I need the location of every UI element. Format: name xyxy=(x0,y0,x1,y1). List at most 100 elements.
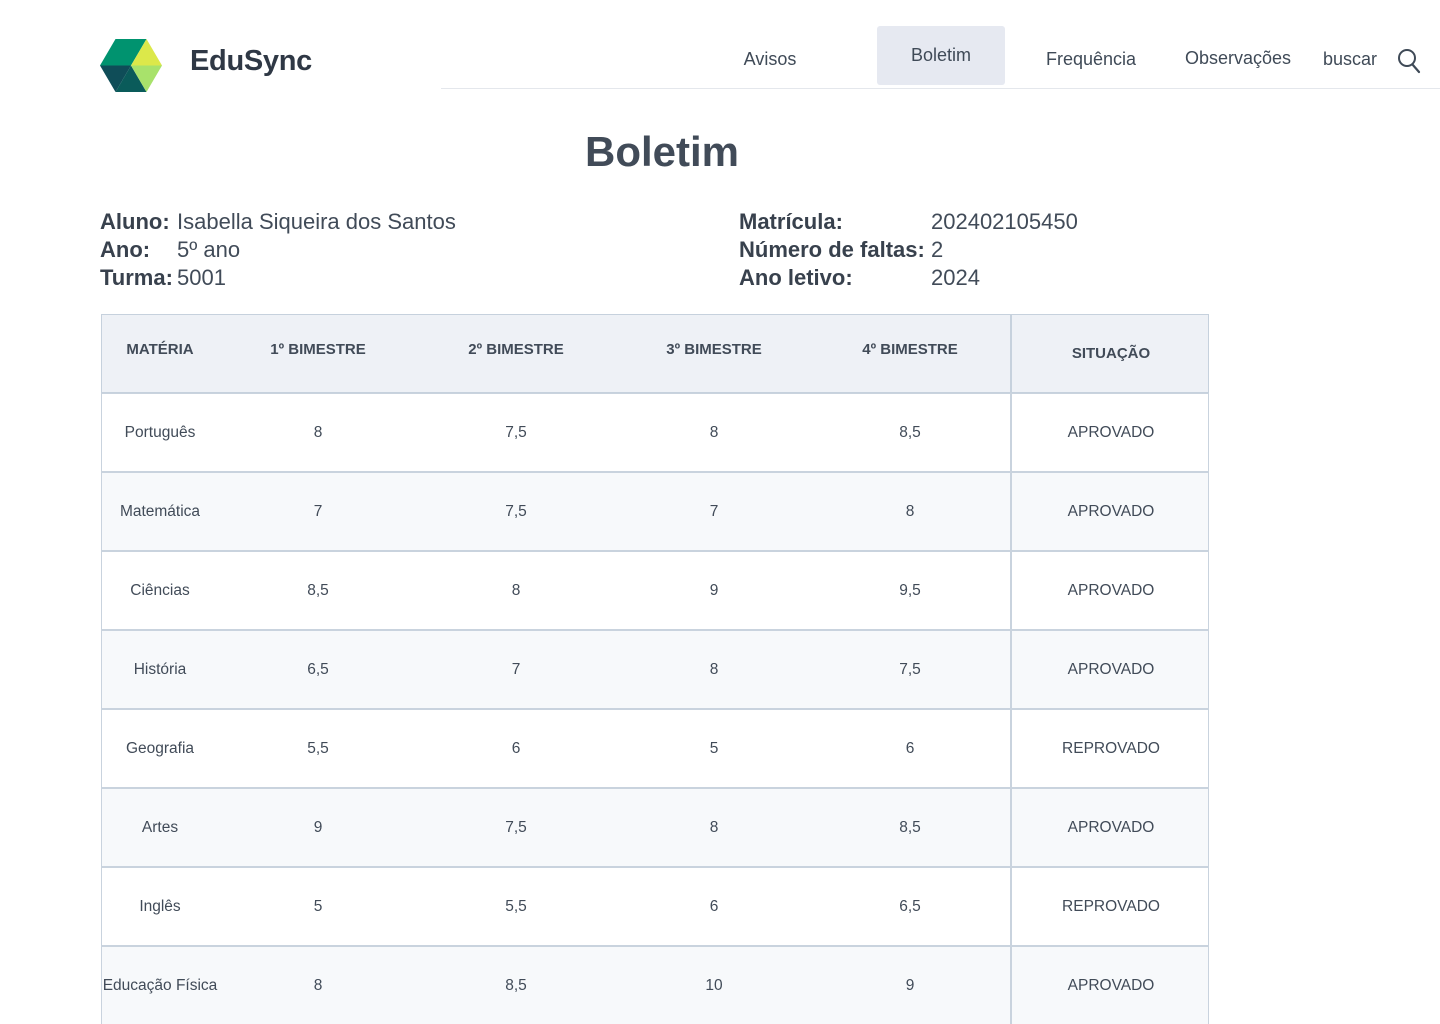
table-row: Português 8 7,5 8 8,5 xyxy=(101,393,1011,472)
status-situacao: APROVADO xyxy=(1067,502,1155,520)
cell-nota-b4: 8 xyxy=(905,502,915,520)
cell-nota-b2: 7 xyxy=(511,660,521,678)
cell-nota-b1: 8 xyxy=(313,423,323,441)
cell-nota-b3: 10 xyxy=(705,976,723,994)
cell-nota-b4: 8,5 xyxy=(899,818,921,836)
header-materia: MATÉRIA xyxy=(126,341,194,358)
cell-materia: História xyxy=(133,660,187,678)
student-info-right: Matrícula: 202402105450 Número de faltas… xyxy=(739,208,1139,298)
nav-observacoes-label: Observações xyxy=(1184,48,1292,68)
cell-nota-b3: 7 xyxy=(709,502,719,520)
cell-nota-b2: 5,5 xyxy=(505,897,527,915)
nav-boletim[interactable]: Boletim xyxy=(877,26,1005,85)
value-faltas: 2 xyxy=(931,237,944,262)
situacao-cell: REPROVADO xyxy=(1011,709,1209,788)
nav-frequencia-label: Frequência xyxy=(1045,49,1137,69)
nav-observacoes[interactable]: Observações xyxy=(1180,29,1296,88)
cell-nota-b1: 6,5 xyxy=(307,660,329,678)
cell-nota-b2: 6 xyxy=(511,739,521,757)
nav-divider xyxy=(441,88,1440,89)
cell-nota-b1: 5 xyxy=(313,897,323,915)
brand-name: EduSync xyxy=(190,45,312,77)
edusync-logo[interactable] xyxy=(100,39,162,92)
cell-nota-b3: 8 xyxy=(709,423,719,441)
cell-materia: Artes xyxy=(141,818,179,836)
table-row: Artes 9 7,5 8 8,5 xyxy=(101,788,1011,867)
cell-nota-b2: 8,5 xyxy=(505,976,527,994)
cell-nota-b3: 9 xyxy=(709,581,719,599)
cell-nota-b1: 8 xyxy=(313,976,323,994)
cell-nota-b4: 7,5 xyxy=(899,660,921,678)
label-turma: Turma: xyxy=(100,265,173,290)
label-faltas: Número de faltas: xyxy=(739,237,925,262)
search-label: buscar xyxy=(1322,49,1378,69)
situacao-cell: APROVADO xyxy=(1011,393,1209,472)
cell-nota-b1: 8,5 xyxy=(307,581,329,599)
value-aluno: Isabella Siqueira dos Santos xyxy=(177,209,456,234)
value-matricula: 202402105450 xyxy=(931,209,1078,234)
header-situacao: SITUAÇÃO xyxy=(1071,345,1151,362)
page-title: Boletim xyxy=(585,128,740,175)
table-row: Ciências 8,5 8 9 9,5 xyxy=(101,551,1011,630)
table-row: Geografia 5,5 6 5 6 xyxy=(101,709,1011,788)
status-situacao: APROVADO xyxy=(1067,818,1155,836)
cell-materia: Inglês xyxy=(139,897,181,915)
value-turma: 5001 xyxy=(177,265,226,290)
header-bimestre-3: 3º BIMESTRE xyxy=(666,341,762,358)
cell-nota-b1: 7 xyxy=(313,502,323,520)
status-situacao: REPROVADO xyxy=(1062,739,1160,757)
cell-nota-b4: 8,5 xyxy=(899,423,921,441)
cell-nota-b2: 7,5 xyxy=(505,502,527,520)
table-row: Matemática 7 7,5 7 8 xyxy=(101,472,1011,551)
situacao-cell: APROVADO xyxy=(1011,472,1209,551)
cell-nota-b1: 9 xyxy=(313,818,323,836)
table-header: MATÉRIA 1º BIMESTRE 2º BIMESTRE 3º BIMES… xyxy=(101,314,1011,393)
label-ano-letivo: Ano letivo: xyxy=(739,265,853,290)
cell-nota-b3: 6 xyxy=(709,897,719,915)
header-bimestre-1: 1º BIMESTRE xyxy=(270,341,366,358)
cell-nota-b4: 9 xyxy=(905,976,915,994)
situacao-cell: APROVADO xyxy=(1011,946,1209,1024)
label-ano: Ano: xyxy=(100,237,151,262)
table-row: Inglês 5 5,5 6 6,5 xyxy=(101,867,1011,946)
label-aluno: Aluno: xyxy=(100,209,170,234)
cell-nota-b3: 8 xyxy=(709,660,719,678)
situacao-cell: APROVADO xyxy=(1011,551,1209,630)
situacao-cell: APROVADO xyxy=(1011,630,1209,709)
search-link[interactable]: buscar xyxy=(1318,30,1382,89)
status-situacao: REPROVADO xyxy=(1062,897,1160,915)
cell-nota-b4: 6,5 xyxy=(899,897,921,915)
cell-nota-b1: 5,5 xyxy=(307,739,329,757)
header-bimestre-2: 2º BIMESTRE xyxy=(468,341,564,358)
value-ano: 5º ano xyxy=(177,237,241,262)
header-situacao-cell: SITUAÇÃO xyxy=(1011,314,1209,393)
cell-materia: Educação Física xyxy=(102,976,218,994)
cell-nota-b3: 8 xyxy=(709,818,719,836)
cell-nota-b2: 7,5 xyxy=(505,423,527,441)
cell-nota-b4: 9,5 xyxy=(899,581,921,599)
status-situacao: APROVADO xyxy=(1067,581,1155,599)
status-situacao: APROVADO xyxy=(1067,423,1155,441)
label-matricula: Matrícula: xyxy=(739,209,843,234)
nav-avisos[interactable]: Avisos xyxy=(720,30,820,89)
header-bimestre-4: 4º BIMESTRE xyxy=(862,341,958,358)
cell-materia: Matemática xyxy=(119,502,201,520)
cell-materia: Ciências xyxy=(130,581,190,599)
nav-frequencia[interactable]: Frequência xyxy=(1040,30,1142,89)
cell-nota-b2: 8 xyxy=(511,581,521,599)
nav-avisos-label: Avisos xyxy=(743,49,797,69)
status-situacao: APROVADO xyxy=(1067,976,1155,994)
situacao-cell: APROVADO xyxy=(1011,788,1209,867)
cell-nota-b2: 7,5 xyxy=(505,818,527,836)
search-icon[interactable] xyxy=(1397,48,1421,74)
nav-boletim-label: Boletim xyxy=(910,45,972,65)
cell-materia: Geografia xyxy=(125,739,195,757)
cell-materia: Português xyxy=(124,423,196,441)
status-situacao: APROVADO xyxy=(1067,660,1155,678)
cell-nota-b3: 5 xyxy=(709,739,719,757)
value-ano-letivo: 2024 xyxy=(931,265,980,290)
table-row: História 6,5 7 8 7,5 xyxy=(101,630,1011,709)
cell-nota-b4: 6 xyxy=(905,739,915,757)
student-info-left: Aluno: Isabella Siqueira dos Santos Ano:… xyxy=(100,208,520,298)
table-row: Educação Física 8 8,5 10 9 xyxy=(101,946,1011,1024)
